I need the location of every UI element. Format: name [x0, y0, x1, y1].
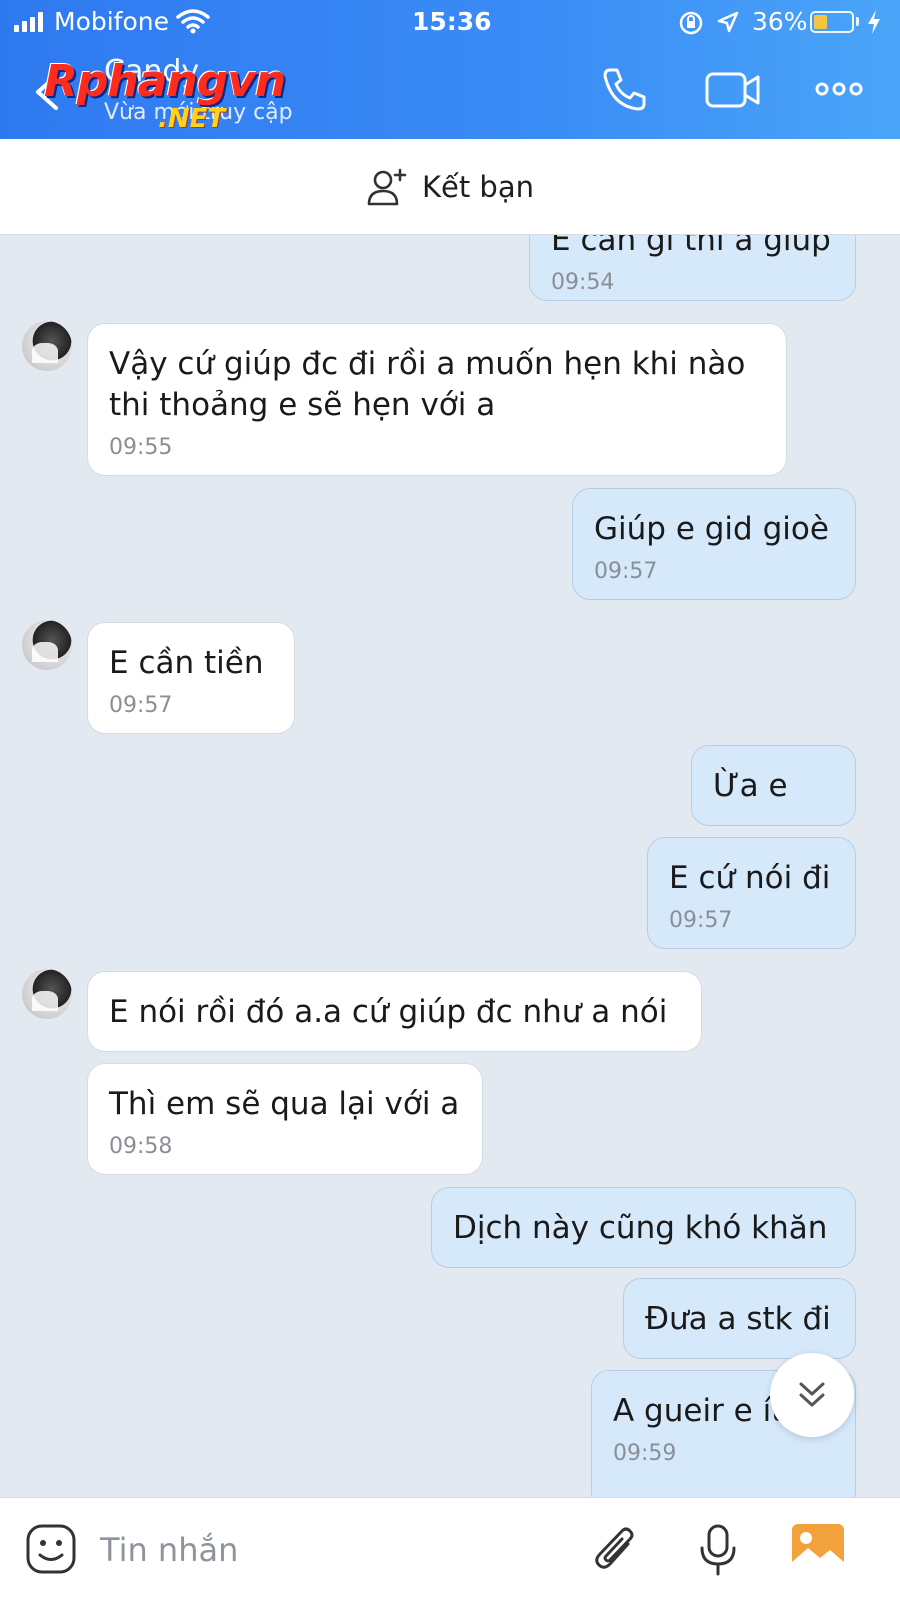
battery-icon [810, 11, 854, 33]
watermark-logo-suffix: .NET [158, 104, 226, 134]
message-outgoing[interactable]: Giúp e gid gioè 09:57 [572, 488, 856, 600]
location-icon [717, 11, 739, 33]
message-outgoing[interactable]: Ừa e [691, 745, 856, 826]
status-time: 15:36 [412, 7, 492, 36]
add-friend-icon [367, 168, 407, 205]
message-outgoing[interactable]: Đưa a stk đi [623, 1278, 856, 1359]
add-friend-label: Kết bạn [421, 169, 534, 204]
scroll-to-bottom-button[interactable] [770, 1353, 854, 1437]
contact-avatar[interactable] [22, 969, 72, 1019]
message-input-bar [0, 1497, 900, 1600]
watermark-logo: Rphangvn [44, 56, 286, 107]
more-icon[interactable] [814, 64, 864, 114]
message-incoming[interactable]: Thì em sẽ qua lại với a 09:58 [87, 1063, 483, 1175]
message-text: Dịch này cũng khó khăn [453, 1210, 828, 1246]
message-time: 09:57 [109, 693, 173, 718]
charging-icon [868, 10, 880, 34]
status-bar: Mobifone 15:36 36% [0, 0, 900, 44]
message-text: E cứ nói đi [669, 860, 831, 896]
battery-percent: 36% [752, 7, 808, 36]
message-time: 09:58 [109, 1134, 173, 1159]
message-time: 09:59 [613, 1441, 677, 1466]
message-text: Vậy cứ giúp đc đi rồi a muốn hẹn khi nào… [109, 346, 746, 423]
battery-tip [856, 17, 859, 26]
message-text: Ừa e [713, 768, 788, 804]
image-icon[interactable] [790, 1522, 846, 1574]
double-chevron-down-icon [799, 1382, 825, 1407]
orientation-lock-icon [679, 11, 703, 35]
message-list[interactable]: E cần gì thì a giúp 09:54 Vậy cứ giúp đc… [0, 235, 900, 1497]
message-time: 09:54 [551, 270, 615, 295]
carrier-name: Mobifone [54, 7, 170, 36]
message-text: E nói rồi đó a.a cứ giúp đc như a nói [109, 994, 668, 1030]
message-incoming[interactable]: Vậy cứ giúp đc đi rồi a muốn hẹn khi nào… [87, 323, 787, 476]
signal-icon [14, 12, 43, 32]
message-text: Thì em sẽ qua lại với a [109, 1086, 460, 1122]
chat-header: Mobifone 15:36 36% Candy Vừa mới truy cậ… [0, 0, 900, 139]
microphone-icon[interactable] [696, 1522, 740, 1578]
add-friend-bar[interactable]: Kết bạn [0, 139, 900, 235]
emoji-icon[interactable] [24, 1522, 78, 1576]
message-incoming[interactable]: E cần tiền 09:57 [87, 622, 295, 734]
message-input[interactable] [100, 1526, 560, 1574]
message-text: E cần tiền [109, 645, 264, 681]
contact-avatar[interactable] [22, 321, 72, 371]
phone-icon[interactable] [598, 64, 650, 114]
message-time: 09:57 [594, 559, 658, 584]
message-incoming[interactable]: E nói rồi đó a.a cứ giúp đc như a nói [87, 971, 702, 1052]
message-time: 09:55 [109, 435, 173, 460]
contact-avatar[interactable] [22, 620, 72, 670]
message-text: Đưa a stk đi [645, 1301, 831, 1337]
message-outgoing[interactable]: Dịch này cũng khó khăn [431, 1187, 856, 1268]
message-time: 09:57 [669, 908, 733, 933]
message-outgoing[interactable]: E cứ nói đi 09:57 [647, 837, 856, 949]
video-call-icon[interactable] [704, 64, 762, 114]
message-text: Giúp e gid gioè [594, 511, 829, 547]
wifi-icon [176, 9, 210, 34]
attach-icon[interactable] [590, 1522, 642, 1578]
message-text: E cần gì thì a giúp [551, 235, 831, 258]
message-outgoing[interactable]: E cần gì thì a giúp 09:54 [529, 235, 856, 301]
